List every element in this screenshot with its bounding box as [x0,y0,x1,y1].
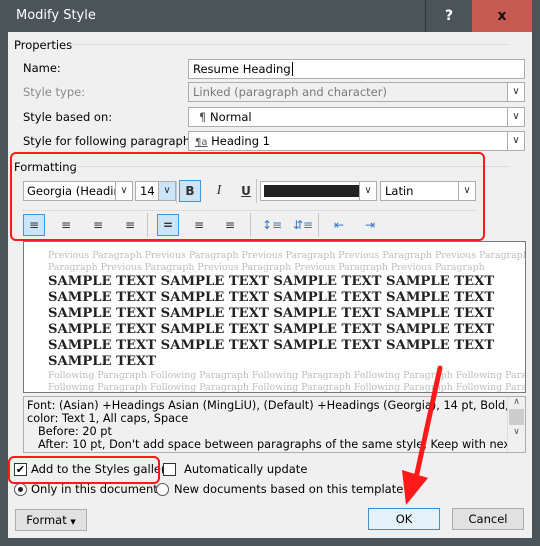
annotation-arrow [402,365,443,505]
